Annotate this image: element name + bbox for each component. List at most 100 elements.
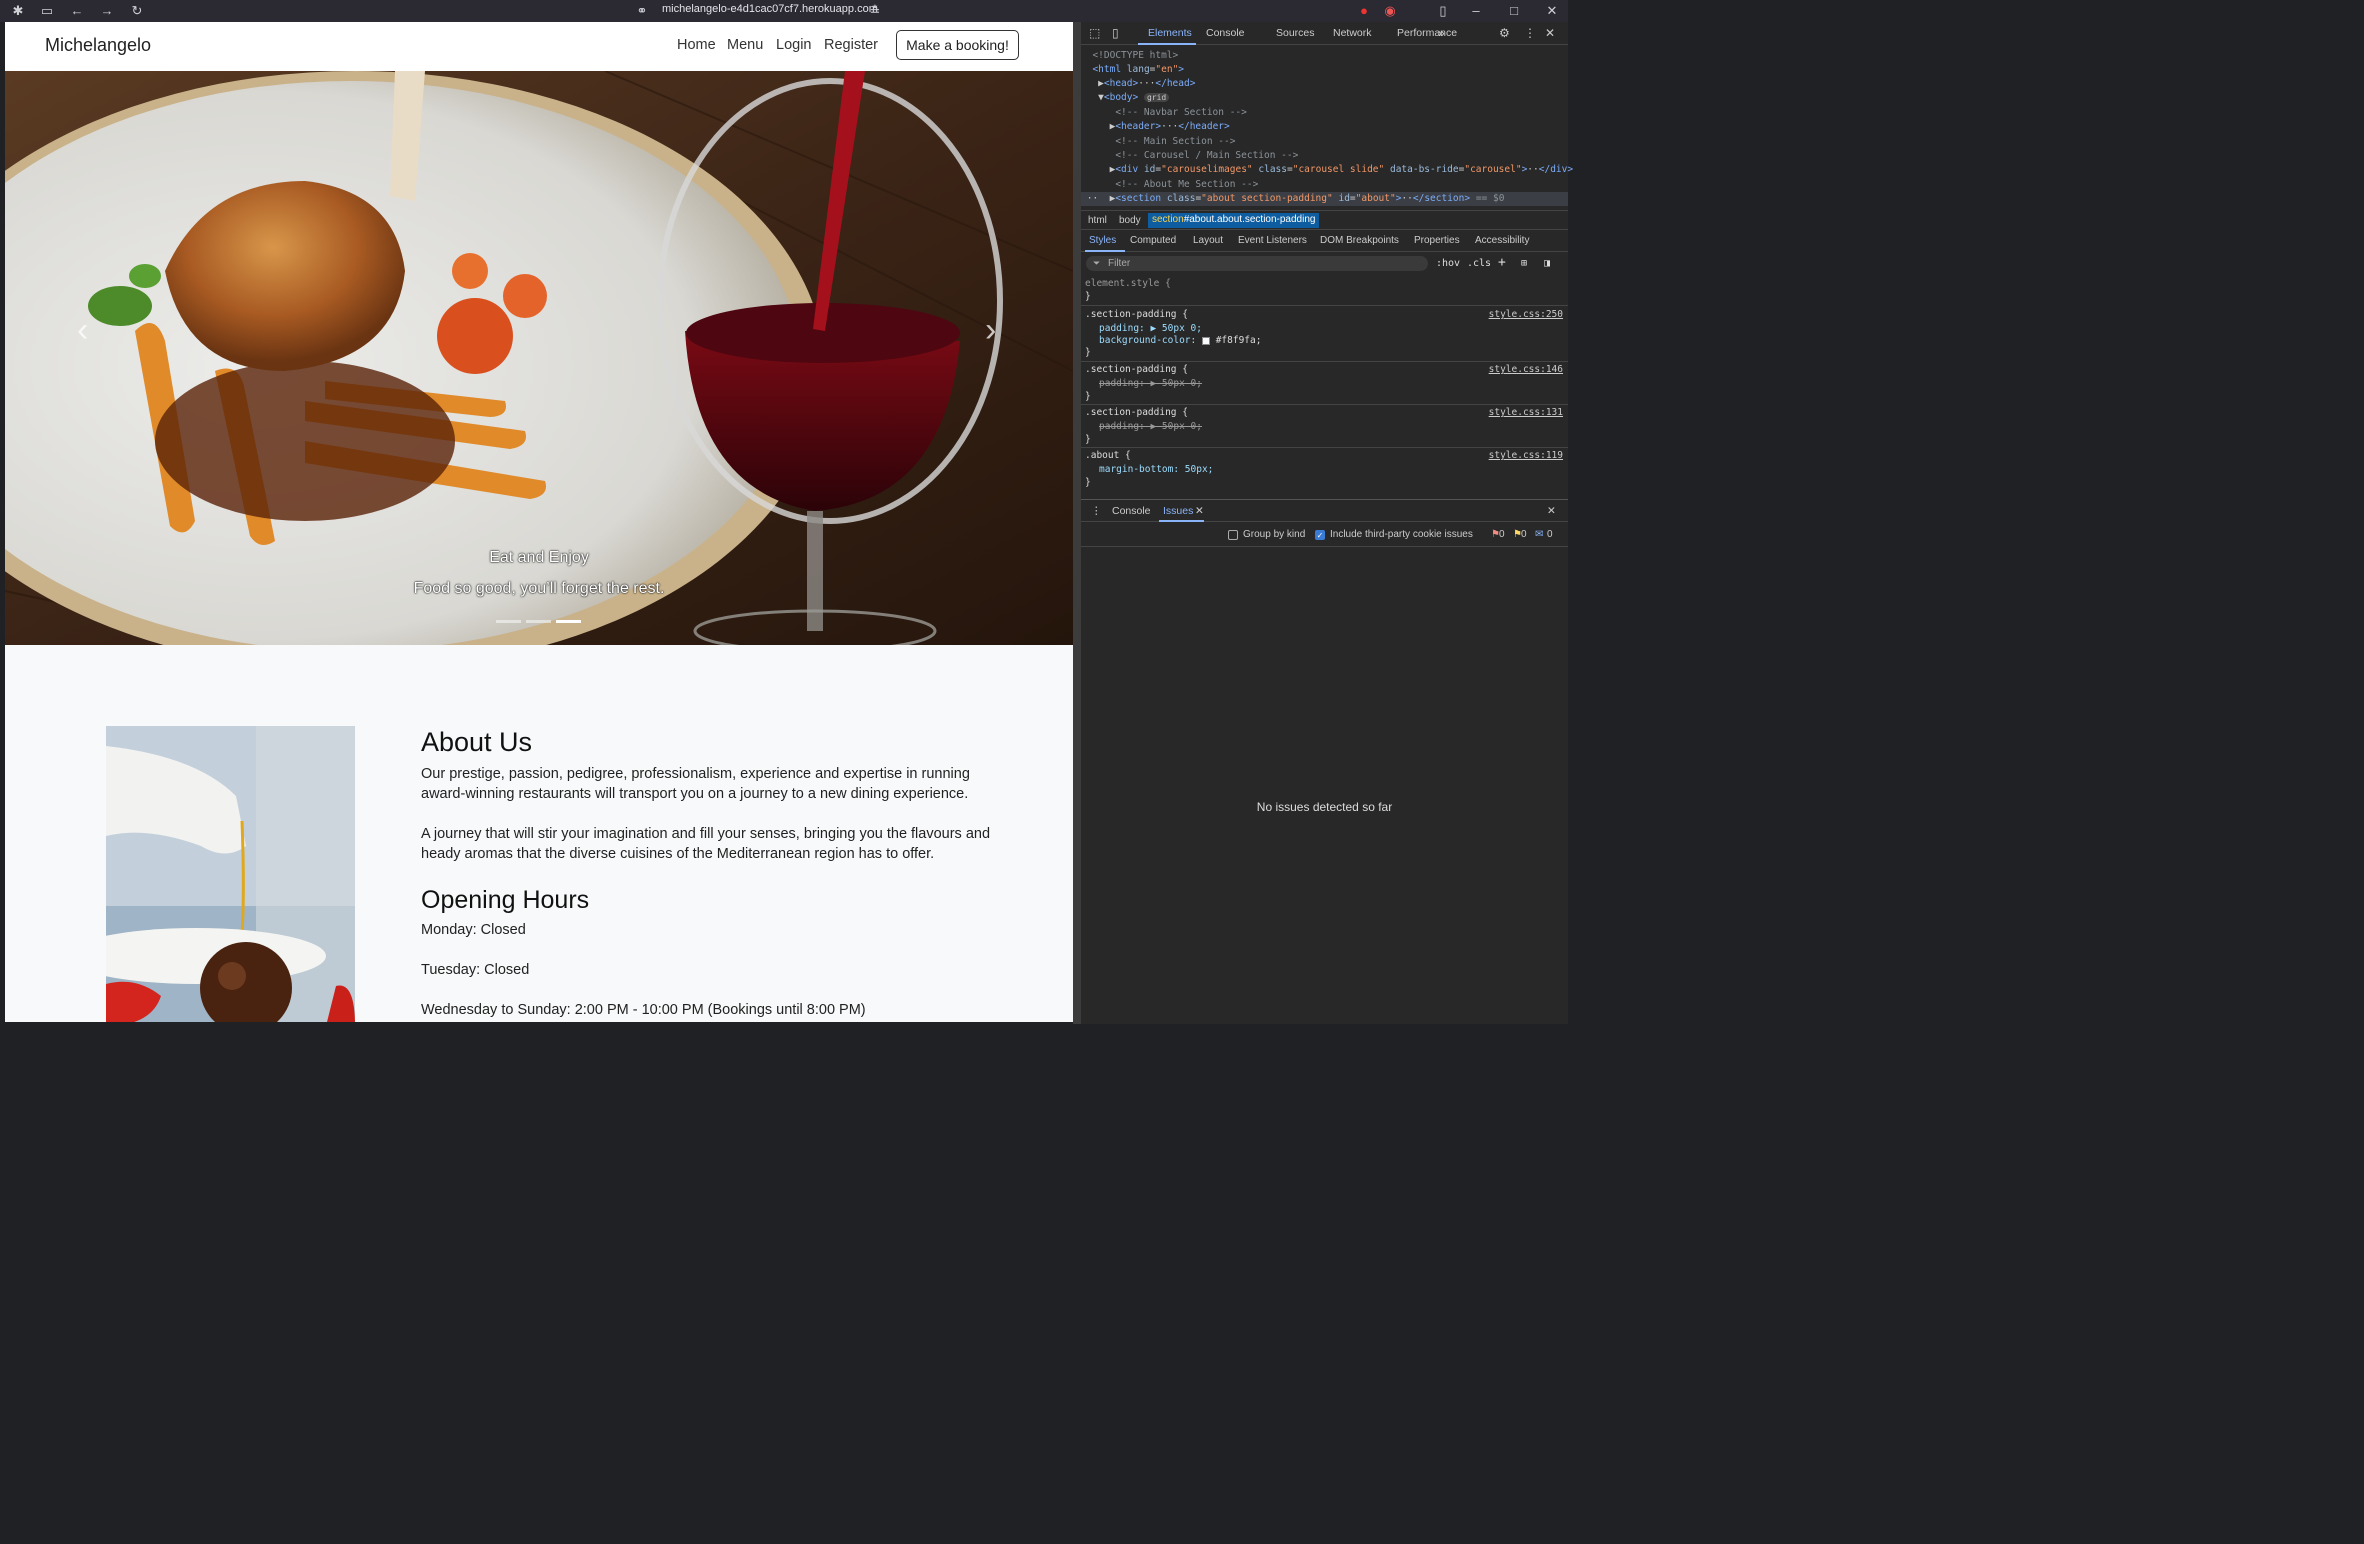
group-by-kind-label: Group by kind — [1243, 529, 1306, 540]
drawer-tabbar: ⋮ Console Issues ✕ ✕ — [1081, 500, 1568, 522]
rule2-selector[interactable]: .section-padding { — [1085, 364, 1188, 376]
browser-toolbar: ✱ ▭ ← → ↻ ⚭ michelangelo-e4d1cac07cf7.he… — [0, 0, 1568, 22]
group-by-kind-checkbox[interactable] — [1228, 530, 1238, 540]
rule2-padding[interactable]: padding: ▶ 50px 0; — [1099, 378, 1202, 390]
rule-close: } — [1085, 434, 1091, 445]
carousel-next-button[interactable]: › — [985, 311, 996, 350]
carousel-indicator-1[interactable] — [496, 620, 521, 623]
rule1-bg-name: background-color: — [1099, 335, 1197, 346]
maximize-icon[interactable]: □ — [1506, 3, 1522, 19]
inspect-element-icon[interactable]: ⬚ — [1089, 26, 1100, 40]
rule-close: } — [1085, 477, 1091, 488]
styles-filter-input[interactable]: ⏷ Filter — [1086, 256, 1428, 271]
devtools-resize-handle[interactable] — [1073, 22, 1081, 1024]
rule1-selector[interactable]: .section-padding { — [1085, 309, 1188, 321]
close-issues-tab-icon[interactable]: ✕ — [1195, 505, 1204, 517]
tab-performance[interactable]: Performance — [1397, 27, 1457, 39]
carousel-indicator-2[interactable] — [526, 620, 551, 623]
about-image — [106, 726, 355, 1022]
reload-icon[interactable]: ↻ — [129, 3, 145, 19]
close-window-icon[interactable]: ✕ — [1544, 3, 1560, 19]
nav-home[interactable]: Home — [677, 37, 716, 53]
subtab-properties[interactable]: Properties — [1414, 235, 1460, 246]
cls-toggle[interactable]: .cls — [1467, 258, 1491, 269]
dom-node[interactable]: <!-- About Me Section --> — [1081, 178, 1568, 192]
address-bar[interactable]: michelangelo-e4d1cac07cf7.herokuapp.com — [662, 3, 878, 15]
rule3-selector[interactable]: .section-padding { — [1085, 407, 1188, 419]
rule3-padding[interactable]: padding: ▶ 50px 0; — [1099, 421, 1202, 433]
tab-elements[interactable]: Elements — [1148, 27, 1192, 39]
rule1-padding[interactable]: padding: ▶ 50px 0; — [1099, 323, 1202, 335]
extension-icon[interactable]: ◉ — [1382, 3, 1398, 19]
subtab-event-listeners[interactable]: Event Listeners — [1238, 235, 1307, 246]
rule2-source-link[interactable]: style.css:146 — [1489, 364, 1563, 376]
subtab-dom-breakpoints[interactable]: DOM Breakpoints — [1320, 235, 1399, 246]
kebab-menu-icon[interactable]: ⋮ — [1524, 26, 1536, 40]
hov-toggle[interactable]: :hov — [1436, 258, 1460, 269]
dom-node[interactable]: ▶<head>···</head> — [1081, 77, 1568, 91]
tab-network[interactable]: Network — [1333, 27, 1372, 39]
dom-node[interactable]: <!-- Main Section --> — [1081, 135, 1568, 149]
dom-node[interactable]: ▶<div id="carouselimages" class="carouse… — [1081, 163, 1573, 177]
nav-menu[interactable]: Menu — [727, 37, 763, 53]
dom-node-selected[interactable]: ·· ▶<section class="about section-paddin… — [1081, 192, 1568, 206]
subtab-accessibility[interactable]: Accessibility — [1475, 235, 1529, 246]
color-swatch-icon[interactable] — [1201, 336, 1210, 345]
about-section: About Us Our prestige, passion, pedigree… — [5, 645, 1073, 1022]
dom-node[interactable]: <!-- Carousel / Main Section --> — [1081, 149, 1568, 163]
device-toolbar-icon[interactable]: ▯ — [1112, 26, 1119, 40]
rule4-margin[interactable]: margin-bottom: 50px; — [1099, 464, 1213, 476]
tune-icon[interactable]: ≛ — [867, 3, 883, 19]
drawer-menu-icon[interactable]: ⋮ — [1091, 505, 1102, 517]
rule1-background[interactable]: background-color: #f8f9fa; — [1099, 335, 1261, 347]
carousel-caption-title: Eat and Enjoy — [489, 549, 589, 566]
close-drawer-icon[interactable]: ✕ — [1547, 505, 1556, 517]
tab-console[interactable]: Console — [1206, 27, 1245, 39]
toggle-sidebar-icon[interactable]: ◨ — [1544, 258, 1550, 269]
subtab-layout[interactable]: Layout — [1193, 235, 1223, 246]
dom-node[interactable]: <!-- Navbar Section --> — [1081, 106, 1568, 120]
carousel-prev-button[interactable]: ‹ — [77, 311, 88, 350]
nav-login[interactable]: Login — [776, 37, 811, 53]
new-rule-icon[interactable]: + — [1498, 255, 1506, 270]
breadcrumb-body[interactable]: body — [1119, 215, 1141, 226]
filter-icon: ⏷ — [1093, 258, 1101, 268]
breadcrumb-html[interactable]: html — [1088, 215, 1107, 226]
split-view-icon[interactable]: ▯ — [1435, 3, 1451, 19]
rule-divider — [1081, 361, 1568, 362]
rule3-source-link[interactable]: style.css:131 — [1489, 407, 1563, 419]
drawer-tab-issues[interactable]: Issues — [1163, 505, 1193, 517]
settings-gear-icon[interactable]: ⚙ — [1499, 26, 1510, 40]
third-party-checkbox[interactable]: ✓ — [1315, 530, 1325, 540]
minimize-icon[interactable]: – — [1468, 3, 1484, 19]
breadcrumb-section[interactable]: section#about.about.section-padding — [1148, 213, 1320, 228]
rule4-selector[interactable]: .about { — [1085, 450, 1131, 462]
more-tabs-icon[interactable]: » — [1438, 26, 1445, 40]
element-state-icon[interactable]: ⊞ — [1521, 258, 1527, 269]
dom-node[interactable]: <!DOCTYPE html> — [1081, 49, 1568, 63]
nav-register[interactable]: Register — [824, 37, 878, 53]
subtab-computed[interactable]: Computed — [1130, 235, 1176, 246]
drawer-tab-console[interactable]: Console — [1112, 505, 1151, 517]
tab-sources[interactable]: Sources — [1276, 27, 1315, 39]
dom-node[interactable]: ▶<header>···</header> — [1081, 120, 1568, 134]
rule1-source-link[interactable]: style.css:250 — [1489, 309, 1563, 321]
devtools-drawer: ⋮ Console Issues ✕ ✕ Group by kind ✓ Inc… — [1081, 499, 1568, 1024]
make-booking-button[interactable]: Make a booking! — [896, 30, 1019, 60]
carousel-caption-text: Food so good, you’ll forget the rest. — [413, 580, 665, 597]
hours-monday: Monday: Closed — [421, 922, 526, 938]
ublock-icon[interactable]: ● — [1356, 3, 1372, 19]
back-icon[interactable]: ← — [69, 3, 85, 19]
carousel-indicator-3[interactable] — [556, 620, 581, 623]
forward-icon[interactable]: → — [99, 3, 115, 19]
dom-node[interactable]: ▼<body> grid — [1081, 91, 1568, 105]
about-paragraph-1: Our prestige, passion, pedigree, profess… — [421, 766, 970, 802]
rule-close: } — [1085, 391, 1091, 402]
rule4-source-link[interactable]: style.css:119 — [1489, 450, 1563, 462]
site-brand[interactable]: Michelangelo — [45, 35, 151, 56]
dom-node[interactable]: <html lang="en"> — [1081, 63, 1568, 77]
sidebar-toggle-icon[interactable]: ▭ — [39, 3, 55, 19]
active-tab-indicator — [1138, 43, 1196, 45]
close-devtools-icon[interactable]: ✕ — [1545, 26, 1555, 40]
subtab-styles[interactable]: Styles — [1089, 235, 1116, 246]
